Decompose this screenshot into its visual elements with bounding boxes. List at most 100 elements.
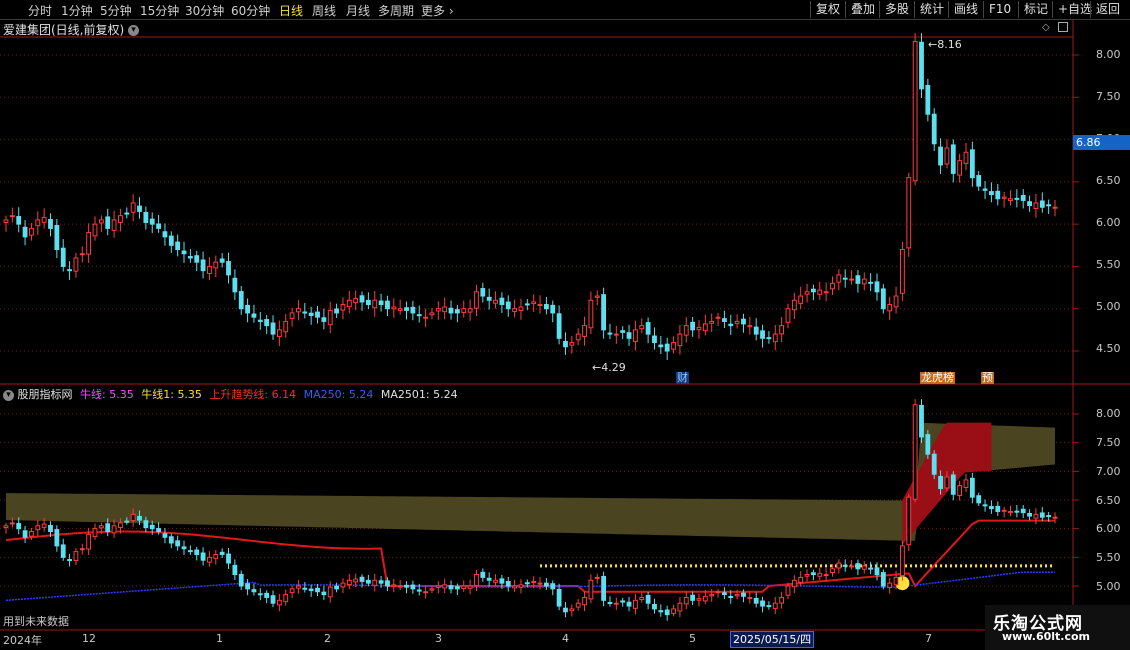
kline-chart[interactable] — [0, 0, 1130, 650]
indicator-candle — [626, 601, 632, 607]
price-candle — [474, 291, 479, 309]
price-candle — [563, 340, 568, 348]
indicator-candle — [54, 529, 60, 547]
indicator-candle — [346, 579, 352, 586]
indicator-item-value: 5.35 — [109, 388, 134, 401]
price-candle — [365, 299, 371, 305]
indicator-candle — [874, 567, 880, 576]
indicator-candle — [416, 589, 422, 592]
price-candle — [550, 304, 556, 314]
indicator-candle — [944, 476, 950, 489]
indicator-candle — [613, 602, 619, 605]
indicator-candle — [257, 593, 263, 596]
indicator-candle — [302, 587, 308, 590]
indicator-candle — [537, 582, 543, 585]
dragon-tiger-badge[interactable]: 龙虎榜 — [920, 372, 955, 384]
price-candle — [868, 281, 874, 284]
financial-badge[interactable]: 财 — [676, 372, 689, 384]
indicator-candle — [709, 594, 715, 597]
indicator-candle — [906, 496, 912, 546]
indicator-candle — [912, 404, 918, 500]
indicator-candle — [887, 582, 893, 588]
price-candle — [658, 344, 664, 348]
price-candle — [187, 256, 193, 259]
indicator-candle — [715, 591, 721, 594]
price-candle — [48, 218, 53, 229]
indicator-candle — [811, 572, 816, 576]
price-candle — [270, 322, 276, 335]
indicator-candle — [582, 596, 587, 606]
indicator-candle — [1001, 509, 1007, 512]
indicator-candle — [512, 585, 518, 589]
price-candle — [3, 219, 9, 223]
indicator-item-label: 牛线1: — [141, 388, 174, 401]
indicator-candle — [842, 564, 848, 567]
indicator-candle — [1014, 510, 1020, 513]
indicator-candle — [677, 602, 683, 612]
indicator-item-label: 上升趋势线: — [209, 388, 269, 401]
price-candle — [849, 278, 854, 281]
indicator-axis-tick: 5.00 — [1096, 580, 1121, 593]
indicator-candle — [1027, 512, 1032, 517]
indicator-candle — [467, 585, 473, 589]
indicator-header[interactable]: ▾ 股朋指标网 牛线: 5.35 牛线1: 5.35 上升趋势线: 6.14 M… — [3, 386, 458, 402]
price-candle — [906, 177, 912, 249]
indicator-candle — [741, 592, 746, 597]
indicator-candle — [283, 594, 289, 603]
price-candle — [944, 147, 950, 165]
indicator-candle — [868, 567, 874, 570]
indicator-axis-tick: 7.00 — [1096, 465, 1121, 478]
date-axis: 2024年 12 1 2 3 4 5 2025/05/15/四 7 — [0, 630, 1130, 650]
indicator-item-label: 牛线: — [80, 388, 106, 401]
price-candle — [721, 318, 727, 322]
indicator-candle — [550, 583, 556, 590]
price-candle — [264, 319, 270, 327]
price-candle — [149, 218, 155, 225]
price-candle — [588, 299, 594, 329]
price-candle — [168, 235, 174, 246]
price-candle — [283, 320, 289, 333]
high-label: 8.16 — [937, 38, 962, 51]
indicator-candle — [98, 525, 104, 529]
indicator-candle — [124, 520, 130, 523]
price-candle — [207, 265, 212, 274]
price-candle — [702, 323, 708, 332]
indicator-candle — [118, 522, 123, 528]
indicator-candle — [817, 572, 823, 577]
date-axis-label: 3 — [435, 632, 442, 645]
price-candle — [493, 299, 498, 304]
price-candle — [54, 224, 60, 251]
price-candle — [98, 219, 104, 224]
indicator-candle — [855, 563, 861, 570]
indicator-candle — [111, 525, 117, 534]
indicator-candle — [747, 596, 753, 599]
indicator-candle — [245, 583, 250, 590]
forecast-badge[interactable]: 预 — [981, 372, 994, 384]
indicator-candle — [1033, 513, 1039, 519]
indicator-candle — [563, 607, 568, 613]
indicator-candle — [175, 540, 181, 547]
price-candle — [760, 330, 765, 339]
price-candle — [613, 333, 619, 336]
price-candle — [124, 212, 130, 215]
price-candle — [86, 232, 92, 255]
price-candle — [512, 308, 518, 312]
indicator-candle — [29, 531, 34, 537]
price-candle — [728, 323, 734, 327]
watermark: 乐淘公式网 www.60lt.com — [985, 605, 1130, 650]
indicator-candle — [957, 485, 963, 496]
indicator-candle — [645, 594, 651, 604]
chevron-down-icon[interactable]: ▾ — [3, 389, 14, 401]
price-candle — [1020, 194, 1026, 201]
indicator-candle — [162, 533, 168, 538]
price-candle — [811, 288, 816, 293]
future-data-note: 用到未来数据 — [3, 615, 69, 628]
indicator-candle — [372, 579, 378, 586]
indicator-candle — [486, 577, 492, 581]
indicator-axis-tick: 8.00 — [1096, 407, 1121, 420]
indicator-candle — [995, 505, 1001, 512]
indicator-candle — [721, 592, 727, 596]
indicator-candle — [588, 579, 594, 600]
indicator-candle — [493, 579, 498, 583]
price-candle — [652, 335, 657, 344]
